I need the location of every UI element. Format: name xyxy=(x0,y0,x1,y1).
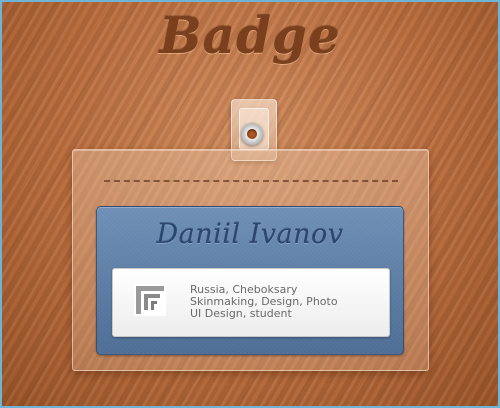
badge-name: Daniil Ivanov xyxy=(156,219,344,250)
info-role: UI Design, student xyxy=(190,307,292,320)
page-title: Badge xyxy=(159,6,341,65)
ff-logo-icon xyxy=(134,284,166,316)
rivet-hole xyxy=(247,129,257,139)
stitch-line xyxy=(104,180,398,182)
